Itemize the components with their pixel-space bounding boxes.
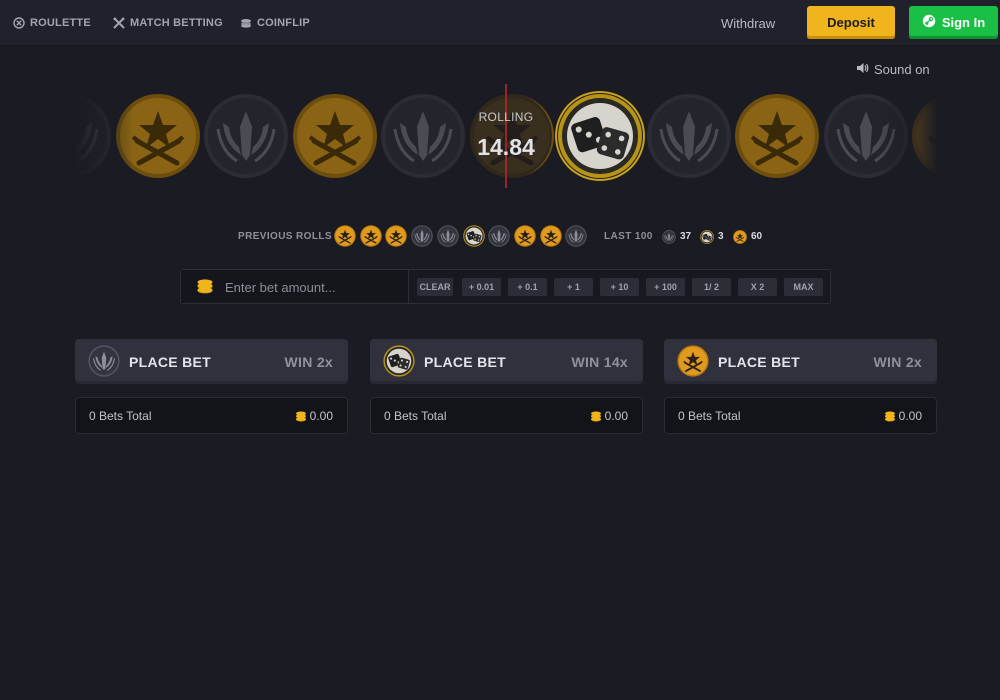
- dice-icon: [383, 345, 415, 377]
- dice-tile-icon: [557, 93, 643, 179]
- bet-amount-input[interactable]: [225, 276, 403, 298]
- stat-t: 60: [733, 229, 762, 244]
- stat-t-count: 60: [751, 231, 763, 242]
- nav-match-betting-label: MATCH BETTING: [130, 17, 223, 29]
- place-bet-ct-button[interactable]: PLACE BET WIN 2x: [75, 339, 348, 384]
- place-bet-t-button[interactable]: PLACE BET WIN 2x: [664, 339, 937, 384]
- bets-amount-value: 0.00: [898, 409, 922, 423]
- signin-button[interactable]: Sign In: [909, 6, 998, 39]
- bet-double-button[interactable]: X 2: [738, 278, 777, 296]
- sound-toggle[interactable]: Sound on: [856, 62, 930, 77]
- nav-coinflip-label: COINFLIP: [257, 17, 310, 29]
- bets-summary-t: 0 Bets Total 0.00: [664, 397, 937, 434]
- t-roll-icon: [334, 225, 356, 247]
- sound-label: Sound on: [874, 62, 930, 77]
- stat-dice: 3: [700, 229, 724, 244]
- place-bet-label: PLACE BET: [129, 354, 212, 370]
- bet-add-0-1-button[interactable]: + 0.1: [508, 278, 547, 296]
- bets-total-label: 0 Bets Total: [89, 409, 152, 423]
- ct-roll-icon: [488, 225, 510, 247]
- steam-icon: [922, 14, 936, 31]
- bet-add-1-button[interactable]: + 1: [554, 278, 593, 296]
- t-roll-icon: [539, 225, 562, 247]
- t-roll-icon: [514, 225, 536, 247]
- crossed-swords-icon: [113, 17, 125, 29]
- withdraw-link[interactable]: Withdraw: [721, 16, 775, 31]
- coins-icon: [884, 411, 896, 422]
- deposit-button[interactable]: Deposit: [807, 6, 895, 39]
- speaker-icon: [856, 62, 869, 77]
- bets-amount-value: 0.00: [309, 409, 333, 423]
- bet-max-button[interactable]: MAX: [784, 278, 823, 296]
- bets-summary-dice: 0 Bets Total 0.00: [370, 397, 643, 434]
- coins-icon: [295, 411, 307, 422]
- bet-clear-button[interactable]: CLEAR: [417, 278, 453, 296]
- ct-roll-icon: [411, 225, 433, 247]
- stat-ct-count: 37: [680, 231, 692, 242]
- ct-tile-icon: [646, 93, 732, 179]
- bet-input-wrapper: [181, 270, 409, 303]
- previous-rolls-label: PREVIOUS ROLLS: [238, 231, 332, 242]
- bet-add-100-button[interactable]: + 100: [646, 278, 685, 296]
- bets-amount-value: 0.00: [604, 409, 628, 423]
- last-100-label: LAST 100: [604, 231, 653, 242]
- coin-stack-icon: [240, 18, 252, 28]
- dice-icon: [700, 229, 714, 244]
- top-navbar: ROULETTE MATCH BETTING COINFLIP Withdraw…: [0, 0, 1000, 46]
- nav-match-betting[interactable]: MATCH BETTING: [113, 16, 223, 30]
- coins-icon: [196, 279, 214, 299]
- win-multiplier: WIN 2x: [873, 354, 922, 370]
- place-bet-label: PLACE BET: [424, 354, 507, 370]
- win-multiplier: WIN 14x: [571, 354, 628, 370]
- bets-summary-ct: 0 Bets Total 0.00: [75, 397, 348, 434]
- bet-add-10-button[interactable]: + 10: [600, 278, 639, 296]
- place-bet-dice-button[interactable]: PLACE BET WIN 14x: [370, 339, 643, 384]
- signin-label: Sign In: [941, 15, 986, 30]
- win-multiplier: WIN 2x: [284, 354, 333, 370]
- nav-roulette-label: ROULETTE: [30, 17, 91, 29]
- strip-fade-right: [878, 88, 938, 186]
- bets-amount: 0.00: [884, 409, 922, 423]
- ct-tile-icon: [203, 93, 289, 179]
- t-icon: [677, 345, 709, 377]
- bet-half-button[interactable]: 1/ 2: [692, 278, 731, 296]
- rolling-value: 14.84: [477, 134, 535, 160]
- t-tile-icon: [292, 93, 378, 179]
- ct-roll-icon: [565, 225, 588, 247]
- ct-icon: [88, 345, 120, 377]
- t-tile-icon: [734, 93, 820, 179]
- coins-icon: [590, 411, 602, 422]
- place-bet-label: PLACE BET: [718, 354, 801, 370]
- bets-total-label: 0 Bets Total: [678, 409, 741, 423]
- roulette-icon: [13, 17, 25, 29]
- ct-icon: [662, 229, 676, 244]
- bet-add-0-01-button[interactable]: + 0.01: [462, 278, 501, 296]
- stat-dice-count: 3: [718, 231, 724, 242]
- rolling-status-label: ROLLING: [478, 110, 534, 124]
- ct-tile-icon: [380, 93, 466, 179]
- t-roll-icon: [359, 225, 382, 247]
- nav-roulette[interactable]: ROULETTE: [13, 16, 91, 30]
- nav-coinflip[interactable]: COINFLIP: [240, 16, 310, 30]
- t-roll-icon: [385, 225, 408, 247]
- strip-fade-left: [74, 88, 134, 186]
- bets-amount: 0.00: [590, 409, 628, 423]
- dice-roll-icon: [462, 225, 485, 247]
- bet-controls: CLEAR + 0.01 + 0.1 + 1 + 10 + 100 1/ 2 X…: [180, 269, 831, 304]
- ct-roll-icon: [437, 225, 459, 247]
- stat-ct: 37: [662, 229, 691, 244]
- bets-total-label: 0 Bets Total: [384, 409, 447, 423]
- t-icon: [733, 229, 747, 244]
- bets-amount: 0.00: [295, 409, 333, 423]
